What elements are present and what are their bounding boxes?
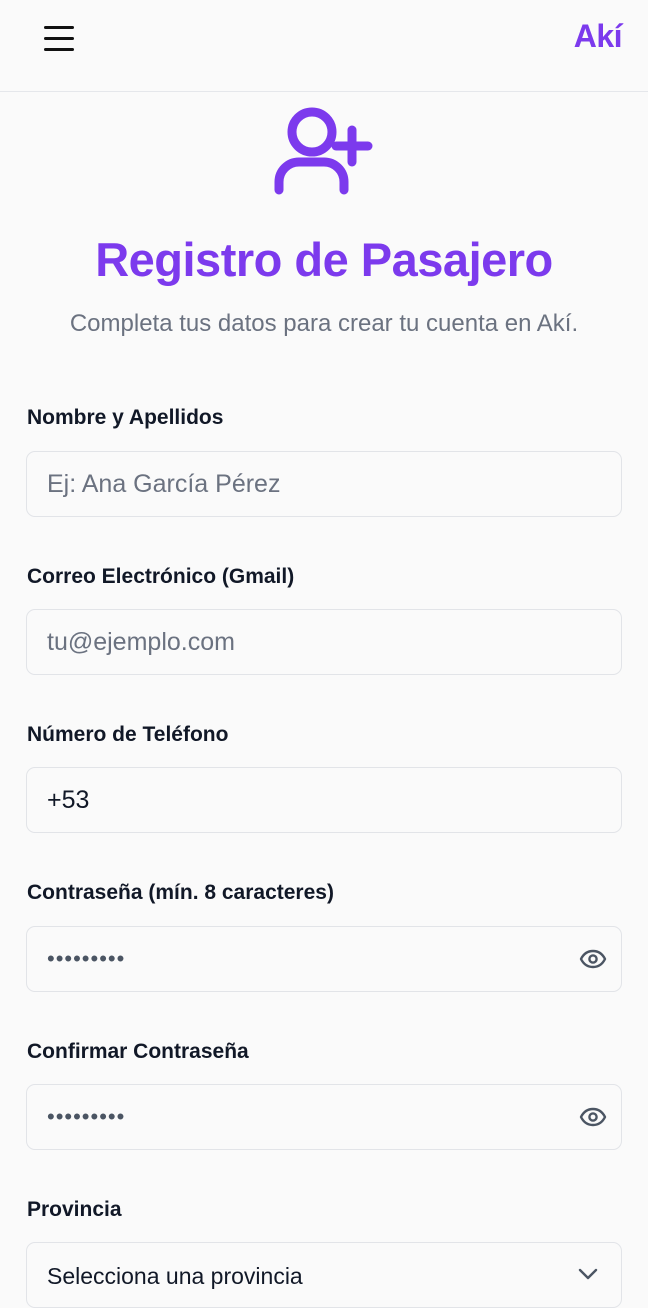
province-selected-value: Selecciona una provincia [47, 1263, 303, 1289]
phone-label: Número de Teléfono [27, 723, 229, 746]
eye-icon[interactable] [579, 947, 607, 971]
user-plus-icon [274, 107, 373, 195]
confirm-password-label: Confirmar Contraseña [27, 1040, 249, 1063]
menu-line [44, 48, 74, 51]
chevron-down-icon [578, 1268, 598, 1280]
phone-field-container [26, 767, 622, 833]
email-label: Correo Electrónico (Gmail) [27, 565, 295, 588]
name-label: Nombre y Apellidos [27, 406, 224, 429]
eye-icon[interactable] [579, 1105, 607, 1129]
menu-line [44, 37, 74, 40]
name-field-container [26, 451, 622, 517]
province-select[interactable]: Selecciona una provincia [26, 1242, 622, 1308]
top-app-bar: Akí [0, 0, 648, 92]
province-label: Provincia [27, 1198, 122, 1221]
confirm-password-field-container [26, 1084, 622, 1150]
phone-input[interactable] [47, 768, 567, 832]
password-field-container [26, 926, 622, 992]
name-input[interactable] [47, 452, 567, 516]
hamburger-menu-icon[interactable] [40, 22, 80, 56]
email-field-container [26, 609, 622, 675]
brand-logo[interactable]: Akí [574, 18, 623, 55]
page-title: Registro de Pasajero [95, 233, 553, 286]
password-label: Contraseña (mín. 8 caracteres) [27, 881, 334, 904]
page-subtitle: Completa tus datos para crear tu cuenta … [69, 310, 579, 337]
menu-line [44, 26, 74, 29]
confirm-password-input[interactable] [47, 1085, 567, 1149]
password-input[interactable] [47, 927, 567, 991]
email-input[interactable] [47, 610, 567, 674]
